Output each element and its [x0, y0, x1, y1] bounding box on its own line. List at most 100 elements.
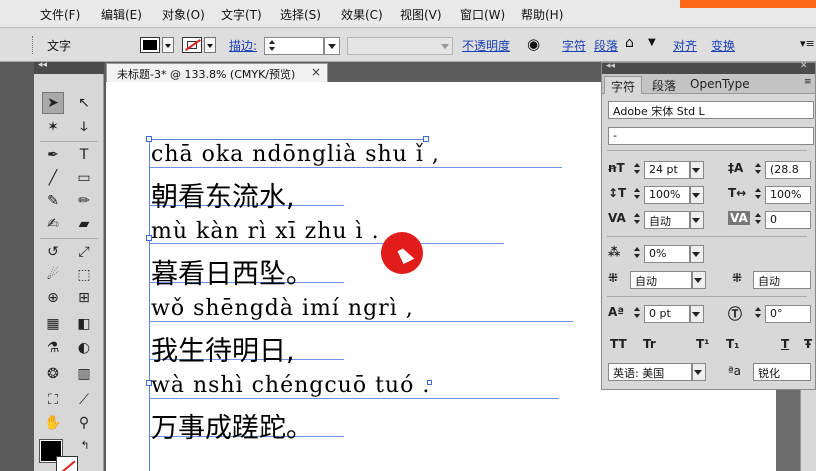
- menu-view[interactable]: 视图(V): [400, 6, 442, 23]
- rotation-field[interactable]: 0°: [765, 305, 811, 323]
- aki-right-field[interactable]: 自动: [753, 271, 811, 289]
- selection-tool-icon[interactable]: ➤: [42, 92, 64, 114]
- stroke-color-swatch[interactable]: [182, 37, 202, 53]
- kerning-spinner[interactable]: [632, 211, 642, 227]
- menu-select[interactable]: 选择(S): [280, 6, 321, 23]
- tsume-spinner[interactable]: [632, 245, 642, 261]
- pen-tool-icon[interactable]: ✒: [42, 144, 64, 166]
- hand-tool-icon[interactable]: ✋: [42, 412, 64, 434]
- poem-line[interactable]: 朝看东流水,: [151, 175, 295, 214]
- rotate-tool-icon[interactable]: ↺: [42, 241, 64, 263]
- poem-line[interactable]: 我生待明日,: [151, 329, 295, 368]
- swap-colors-icon[interactable]: ↰: [78, 438, 92, 452]
- underline-button[interactable]: T: [781, 337, 789, 351]
- leading-field[interactable]: (28.8: [765, 161, 811, 179]
- vertical-scale-field[interactable]: 100%: [644, 186, 690, 204]
- type-tool-icon[interactable]: T: [73, 144, 95, 166]
- gradient-tool-icon[interactable]: ◧: [73, 313, 95, 335]
- subscript-button[interactable]: T₁: [726, 337, 739, 351]
- language-dropdown[interactable]: [692, 363, 706, 381]
- stroke-weight-field[interactable]: [264, 37, 324, 55]
- stroke-weight-spinner[interactable]: [267, 38, 277, 54]
- strikethrough-button[interactable]: Ŧ: [804, 337, 812, 351]
- antialias-select[interactable]: 锐化: [753, 363, 811, 381]
- aki-left-field[interactable]: 自动: [630, 271, 692, 289]
- aki-left-dropdown[interactable]: [692, 271, 706, 289]
- rotation-spinner[interactable]: [753, 305, 763, 321]
- all-caps-button[interactable]: TT: [610, 337, 627, 351]
- leading-spinner[interactable]: [753, 161, 763, 177]
- align-link[interactable]: 对齐: [673, 37, 697, 54]
- direct-selection-tool-icon[interactable]: ↖: [73, 92, 95, 114]
- free-transform-tool-icon[interactable]: ⬚: [73, 264, 95, 286]
- pinyin-line[interactable]: chā oka ndōnglià shu ǐ ,: [151, 142, 440, 167]
- close-icon[interactable]: ×: [311, 65, 321, 79]
- poem-line[interactable]: 暮看日西坠。: [151, 252, 313, 291]
- tracking-spinner[interactable]: [753, 211, 763, 227]
- warp-tool-icon[interactable]: ☄: [42, 264, 64, 286]
- baseline-shift-dropdown[interactable]: [690, 305, 704, 323]
- symbol-sprayer-tool-icon[interactable]: ❂: [42, 363, 64, 385]
- envelope-warp-icon[interactable]: ⌂: [625, 35, 634, 51]
- fill-dropdown[interactable]: [162, 37, 174, 53]
- font-family-field[interactable]: Adobe 宋体 Std L: [608, 101, 814, 119]
- pinyin-line[interactable]: mù kàn rì xī zhu ì .: [151, 219, 380, 244]
- menu-window[interactable]: 窗口(W): [460, 6, 505, 23]
- document-tab[interactable]: 未标题-3* @ 133.8% (CMYK/预览) ×: [106, 63, 328, 82]
- font-style-field[interactable]: -: [608, 127, 814, 145]
- transform-link[interactable]: 变换: [711, 37, 735, 54]
- small-caps-button[interactable]: Tr: [643, 337, 656, 351]
- vertical-scale-spinner[interactable]: [632, 186, 642, 202]
- kerning-dropdown[interactable]: [690, 211, 704, 229]
- artboard-tool-icon[interactable]: ⛶: [42, 389, 64, 411]
- tracking-field[interactable]: 0: [765, 211, 811, 229]
- menu-help[interactable]: 帮助(H): [521, 6, 563, 23]
- eraser-tool-icon[interactable]: ▰: [73, 213, 95, 235]
- baseline-shift-field[interactable]: 0 pt: [644, 305, 690, 323]
- tab-character[interactable]: 字符: [604, 76, 643, 94]
- stroke-weight-dropdown[interactable]: [324, 37, 340, 55]
- column-graph-tool-icon[interactable]: ▥: [73, 363, 95, 385]
- pencil-tool-icon[interactable]: ✏: [73, 190, 95, 212]
- blob-brush-tool-icon[interactable]: ✍: [42, 213, 64, 235]
- kerning-field[interactable]: 自动: [644, 211, 690, 229]
- control-bar-grip[interactable]: [32, 36, 35, 54]
- zoom-tool-icon[interactable]: ⚲: [73, 412, 95, 434]
- recolor-icon[interactable]: ◉: [527, 35, 540, 53]
- stroke-color-box[interactable]: [56, 456, 78, 471]
- scale-tool-icon[interactable]: ⤢: [73, 241, 95, 263]
- blend-tool-icon[interactable]: ◐: [73, 337, 95, 359]
- tab-paragraph[interactable]: 段落: [646, 76, 682, 94]
- line-tool-icon[interactable]: ╱: [42, 167, 64, 189]
- character-link[interactable]: 字符: [562, 37, 586, 54]
- menu-edit[interactable]: 编辑(E): [101, 6, 142, 23]
- pinyin-line[interactable]: wǒ shēngdà imí ngrì ,: [151, 296, 414, 321]
- stroke-link[interactable]: 描边:: [229, 37, 257, 54]
- magic-wand-tool-icon[interactable]: ✶: [42, 116, 64, 138]
- control-bar-menu-icon[interactable]: ▾≡: [800, 37, 815, 50]
- language-select[interactable]: 英语: 美国: [608, 363, 692, 381]
- font-size-dropdown[interactable]: [690, 161, 704, 179]
- warp-dropdown-icon[interactable]: ▼: [648, 37, 656, 48]
- horizontal-scale-field[interactable]: 100%: [765, 186, 811, 204]
- tools-panel-header[interactable]: ◂◂: [34, 60, 104, 74]
- fill-color-swatch[interactable]: [140, 37, 160, 53]
- menu-type[interactable]: 文字(T): [221, 6, 262, 23]
- lasso-tool-icon[interactable]: ↆ: [73, 116, 95, 138]
- font-size-field[interactable]: 24 pt: [644, 161, 690, 179]
- tab-opentype[interactable]: OpenType: [684, 76, 756, 94]
- paragraph-link[interactable]: 段落: [594, 37, 618, 54]
- opacity-link[interactable]: 不透明度: [462, 37, 510, 54]
- poem-line[interactable]: 万事成蹉跎。: [151, 406, 313, 445]
- pinyin-line[interactable]: wà nshì chéngcuō tuó .: [151, 373, 430, 398]
- tsume-field[interactable]: 0%: [644, 245, 690, 263]
- menu-object[interactable]: 对象(O): [162, 6, 205, 23]
- rectangle-tool-icon[interactable]: ▭: [73, 167, 95, 189]
- eyedropper-tool-icon[interactable]: ⚗: [42, 337, 64, 359]
- tsume-dropdown[interactable]: [690, 245, 704, 263]
- slice-tool-icon[interactable]: ⟋: [73, 389, 95, 411]
- paintbrush-tool-icon[interactable]: ✎: [42, 190, 64, 212]
- font-size-spinner[interactable]: [632, 161, 642, 177]
- character-panel-header[interactable]: ◂◂ ✕: [602, 61, 815, 74]
- vertical-scale-dropdown[interactable]: [690, 186, 704, 204]
